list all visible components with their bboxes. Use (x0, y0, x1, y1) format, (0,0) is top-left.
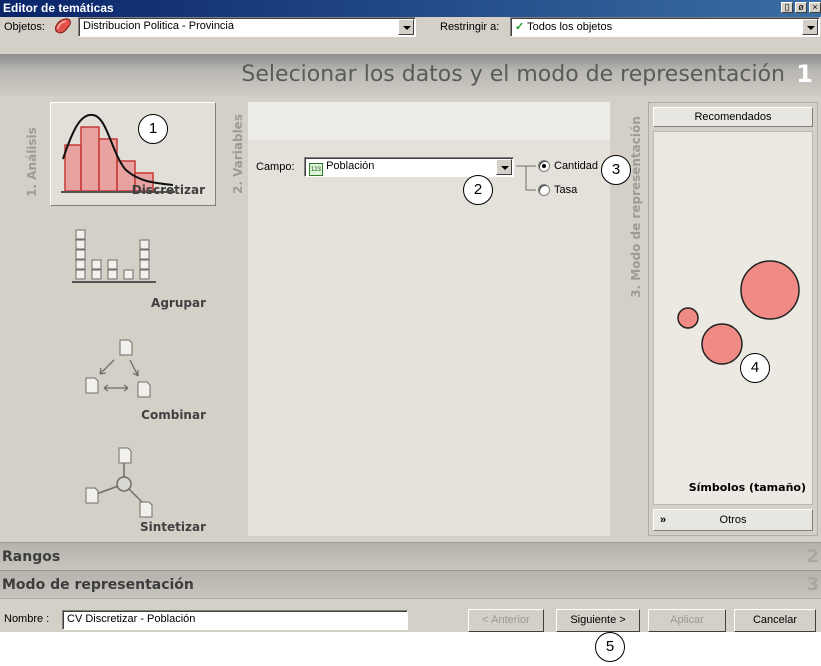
current-representation-label: Símbolos (tamaño) (688, 481, 806, 494)
variables-panel: Campo: 123 Población Cantidad Tasa (248, 102, 610, 536)
recomendados-button[interactable]: Recomendados (653, 107, 813, 127)
tasa-label: Tasa (554, 184, 578, 196)
step-banner: Selecionar los datos y el modo de repres… (0, 54, 821, 96)
help-button[interactable]: ø (795, 2, 807, 13)
nombre-input[interactable]: CV Discretizar - Población (62, 610, 408, 630)
section-modo-title: Modo de representación (2, 577, 194, 593)
chevron-down-icon[interactable] (496, 159, 512, 175)
objetos-select-value: Distribucion Politica - Provincia (83, 20, 234, 32)
campo-label: Campo: (256, 161, 295, 173)
objetos-label: Objetos: (4, 21, 45, 33)
representation-side-label: 3. Modo de representación (629, 116, 643, 298)
checkmark-icon: ✓ (515, 21, 525, 33)
variables-side-label: 2. Variables (231, 114, 245, 194)
double-chevron-down-icon: » (660, 514, 667, 526)
title-bar: Editor de temáticas ▯ ø × (0, 0, 821, 17)
bracket-connector (514, 160, 538, 199)
chevron-down-icon[interactable] (802, 19, 818, 35)
section-rangos-number: 2 (806, 546, 819, 567)
bottom-bar: Nombre : CV Discretizar - Población < An… (0, 598, 821, 632)
cantidad-radio[interactable] (538, 160, 550, 172)
cancelar-button[interactable]: Cancelar (734, 609, 816, 632)
siguiente-button[interactable]: Siguiente > (556, 609, 640, 632)
representation-side-tab: 3. Modo de representación (624, 102, 648, 312)
analysis-item-sintetizar[interactable]: Sintetizar (50, 438, 216, 542)
tasa-radio[interactable] (538, 184, 550, 196)
step-number: 1 (796, 60, 813, 88)
otros-button[interactable]: » Otros (653, 509, 813, 531)
aplicar-button[interactable]: Aplicar (648, 609, 726, 632)
nombre-label: Nombre : (4, 613, 50, 625)
analysis-item-combinar[interactable]: Combinar (50, 326, 216, 430)
sintetizar-label: Sintetizar (139, 520, 206, 534)
proportional-symbols-icon (664, 260, 804, 393)
callout-4: 4 (740, 353, 770, 383)
analysis-item-agrupar[interactable]: Agrupar (50, 214, 216, 318)
callout-2: 2 (463, 175, 493, 205)
chevron-down-icon[interactable] (398, 19, 414, 35)
layer-icon (52, 17, 74, 37)
variables-side-tab: 2. Variables (226, 102, 250, 206)
variables-panel-header (248, 102, 610, 140)
restringir-label: Restringir a: (440, 21, 500, 33)
close-button[interactable]: × (809, 2, 821, 13)
discretizar-label: Discretizar (131, 183, 205, 197)
section-rangos-title: Rangos (2, 549, 61, 565)
window-title: Editor de temáticas (3, 1, 114, 15)
restringir-select-value: Todos los objetos (527, 21, 613, 33)
section-modo-number: 3 (806, 574, 819, 595)
section-modo-representacion[interactable]: Modo de representación 3 (0, 570, 821, 598)
restore-button[interactable]: ▯ (781, 2, 793, 13)
group-bars-icon (70, 226, 170, 299)
callout-3: 3 (601, 155, 631, 185)
step-heading: Selecionar los datos y el modo de repres… (241, 62, 785, 87)
representation-preview[interactable]: Símbolos (tamaño) (653, 131, 813, 505)
recomendados-label: Recomendados (694, 111, 772, 123)
representation-panel: Recomendados Símbolos (tamaño) » Otros (648, 102, 818, 536)
analysis-side-label: 1. Análisis (25, 127, 39, 197)
combinar-label: Combinar (141, 408, 206, 422)
synthesize-icon (80, 444, 170, 527)
main-area: 1. Análisis Discretizar Agrupar Combinar… (0, 96, 821, 542)
section-rangos[interactable]: Rangos 2 (0, 542, 821, 570)
anterior-button[interactable]: < Anterior (468, 609, 544, 632)
otros-label: Otros (719, 514, 747, 526)
callout-5: 5 (595, 632, 625, 662)
combine-icon (80, 336, 170, 419)
agrupar-label: Agrupar (151, 296, 206, 310)
analysis-item-discretizar[interactable]: Discretizar (50, 102, 216, 206)
analysis-side-tab: 1. Análisis (20, 102, 44, 222)
objects-toolbar: Objetos: Distribucion Politica - Provinc… (0, 17, 821, 54)
numeric-field-icon: 123 (309, 163, 323, 176)
campo-select-value: Población (326, 160, 375, 172)
analysis-panel: Discretizar Agrupar Combinar Sintetizar (44, 102, 224, 536)
cantidad-label: Cantidad (554, 160, 599, 172)
restringir-select[interactable]: ✓ Todos los objetos (510, 17, 820, 37)
thematic-editor-window: Editor de temáticas ▯ ø × Objetos: Distr… (0, 0, 821, 632)
callout-1: 1 (138, 114, 168, 144)
objetos-select[interactable]: Distribucion Politica - Provincia (78, 17, 416, 37)
campo-select[interactable]: 123 Población (304, 157, 514, 177)
